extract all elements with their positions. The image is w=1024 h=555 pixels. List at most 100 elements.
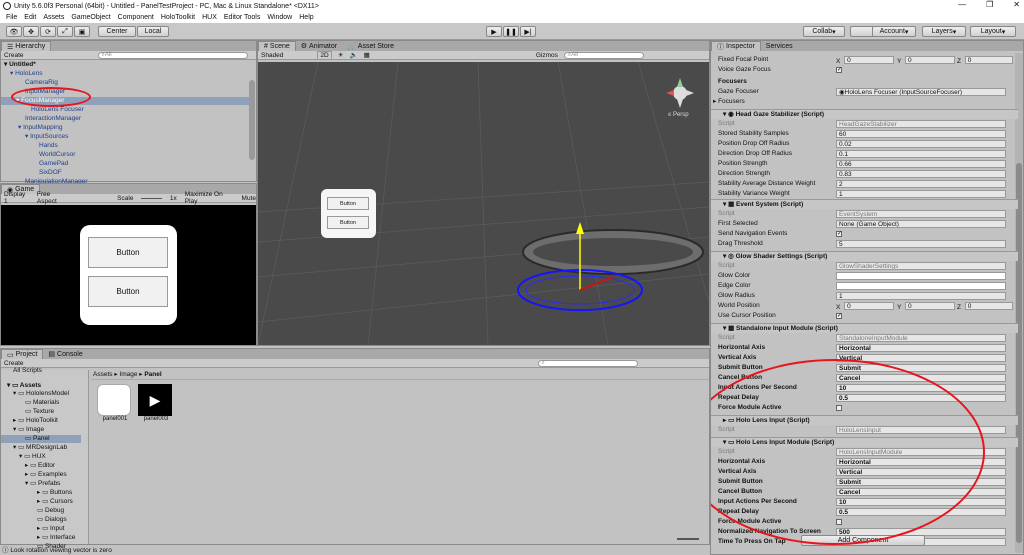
play-icon[interactable]: ▶: [486, 26, 502, 37]
scene-view[interactable]: Button Button ≤ Persp: [258, 62, 709, 345]
tree-item[interactable]: ▾ ▭ MRDesignLab: [13, 444, 67, 452]
create-dropdown[interactable]: Create: [4, 52, 24, 59]
scene-search-input[interactable]: ⌕ All: [563, 51, 644, 59]
menu-editor-tools[interactable]: Editor Tools: [224, 14, 260, 21]
event-system-header[interactable]: ▾ ▦ Event System (Script): [711, 199, 1018, 209]
world-z-field[interactable]: 0: [964, 302, 1013, 310]
property-checkbox[interactable]: [836, 405, 842, 411]
focal-x-field[interactable]: 0: [844, 56, 895, 64]
property-field[interactable]: Cancel: [836, 374, 1006, 382]
tree-item[interactable]: ▸ ▭ HoloToolkit: [13, 417, 58, 425]
tree-item[interactable]: ▸ ▭ Cursors: [37, 498, 73, 506]
property-field[interactable]: Vertical: [836, 354, 1006, 362]
property-field[interactable]: 1: [836, 190, 1006, 198]
maximize-icon[interactable]: ❐: [986, 0, 993, 9]
property-field[interactable]: 0.5: [836, 508, 1006, 516]
rect-tool-icon[interactable]: ▣: [74, 26, 90, 37]
property-field[interactable]: Horizontal: [836, 344, 1006, 352]
game-button-1[interactable]: Button: [88, 237, 168, 268]
hierarchy-item[interactable]: CameraRig: [25, 79, 58, 87]
scene-button-2[interactable]: Button: [327, 216, 369, 229]
holo-input-header[interactable]: ▸ ▭ Holo Lens Input (Script): [711, 415, 1018, 425]
focusers-foldout[interactable]: ▸ Focusers: [711, 97, 1018, 107]
scene-gizmo-icon[interactable]: [663, 76, 697, 110]
script-field[interactable]: GlowShaderSettings: [836, 262, 1006, 270]
maximize-toggle[interactable]: Maximize On Play: [185, 191, 234, 205]
property-checkbox[interactable]: [836, 519, 842, 525]
breadcrumb-panel[interactable]: Panel: [144, 371, 161, 378]
glow-color-swatch[interactable]: [836, 272, 1006, 280]
property-field[interactable]: 10: [836, 498, 1006, 506]
tab-hierarchy[interactable]: ☰ Hierarchy: [1, 41, 52, 51]
scene-button-1[interactable]: Button: [327, 197, 369, 210]
voice-gaze-checkbox[interactable]: ✓: [836, 67, 842, 73]
tree-item-selected[interactable]: ▭ Panel: [1, 435, 81, 443]
mute-toggle[interactable]: Mute: [242, 195, 256, 202]
hierarchy-item-selected[interactable]: ▾ FocusManager: [1, 97, 249, 105]
minimize-icon[interactable]: —: [958, 0, 966, 9]
holo-module-header[interactable]: ▾ ▭ Holo Lens Input Module (Script): [711, 437, 1018, 447]
hierarchy-item[interactable]: HoloLens Focuser: [31, 106, 84, 114]
persp-label[interactable]: ≤ Persp: [668, 112, 689, 118]
close-icon[interactable]: ✕: [1013, 0, 1020, 9]
tree-item[interactable]: ▸ ▭ Interface: [37, 534, 75, 542]
tree-item[interactable]: ▸ ▭ Input: [37, 525, 65, 533]
project-create-dropdown[interactable]: Create: [4, 360, 24, 367]
head-gaze-header[interactable]: ▾ ◉ Head Gaze Stabilizer (Script): [711, 109, 1018, 119]
property-field[interactable]: Submit: [836, 478, 1006, 486]
focal-z-field[interactable]: 0: [964, 56, 1013, 64]
tab-services[interactable]: Services: [761, 41, 798, 51]
tab-asset-store[interactable]: 🛒 Asset Store: [342, 41, 399, 51]
thumbnail-size-slider[interactable]: [677, 538, 699, 540]
menu-component[interactable]: Component: [118, 14, 154, 21]
property-field[interactable]: Vertical: [836, 468, 1006, 476]
gaze-focuser-field[interactable]: ◉HoloLens Focuser (InputSourceFocuser): [836, 88, 1006, 96]
send-nav-checkbox[interactable]: ✓: [836, 231, 842, 237]
tree-item[interactable]: ▭ Debug: [37, 507, 64, 515]
hierarchy-item[interactable]: ▾ InputSources: [25, 133, 68, 141]
breadcrumb-assets[interactable]: Assets: [93, 371, 113, 378]
pivot-center-button[interactable]: Center: [98, 26, 136, 37]
script-field[interactable]: EventSystem: [836, 210, 1006, 218]
property-field[interactable]: 0.83: [836, 170, 1006, 178]
property-field[interactable]: Horizontal: [836, 458, 1006, 466]
collab-button[interactable]: Collab ▾: [803, 26, 845, 37]
layout-button[interactable]: Layout ▾: [970, 26, 1016, 37]
tab-animator[interactable]: ⚙ Animator: [296, 41, 342, 51]
tree-item[interactable]: ▾ ▭ Image: [13, 426, 44, 434]
shading-dropdown[interactable]: Shaded: [261, 52, 283, 59]
world-y-field[interactable]: 0: [905, 302, 956, 310]
game-button-2[interactable]: Button: [88, 276, 168, 307]
tree-item[interactable]: ▸ ▭ Buttons: [37, 489, 72, 497]
tree-item[interactable]: ▾ ▭ Assets: [7, 382, 41, 390]
property-field[interactable]: 2: [836, 180, 1006, 188]
hierarchy-item[interactable]: SixDOF: [39, 169, 62, 177]
hierarchy-scrollbar[interactable]: [249, 80, 255, 160]
property-field[interactable]: 0.02: [836, 140, 1006, 148]
tree-item[interactable]: ▾ ▭ HUX: [19, 453, 46, 461]
menu-assets[interactable]: Assets: [43, 14, 64, 21]
hololens-model[interactable]: [517, 222, 704, 311]
menu-help[interactable]: Help: [299, 14, 313, 21]
tab-scene[interactable]: # Scene: [258, 41, 296, 51]
hierarchy-item[interactable]: ▾ InputMapping: [18, 124, 62, 132]
world-x-field[interactable]: 0: [844, 302, 895, 310]
use-cursor-checkbox[interactable]: ✓: [836, 313, 842, 319]
tree-item[interactable]: ▾ ▭ HololensModel: [13, 390, 69, 398]
layers-button[interactable]: Layers ▾: [922, 26, 966, 37]
account-button[interactable]: Account ▾: [872, 26, 916, 37]
tab-console[interactable]: ▤ Console: [43, 349, 87, 359]
glow-radius-field[interactable]: 1: [836, 292, 1006, 300]
scene-root[interactable]: ▾ Untitled*: [4, 61, 36, 69]
property-field[interactable]: Cancel: [836, 488, 1006, 496]
drag-threshold-field[interactable]: 5: [836, 240, 1006, 248]
tree-item[interactable]: ▭ Dialogs: [37, 516, 67, 524]
tree-item[interactable]: ▸ ▭ Examples: [25, 471, 67, 479]
asset-thumbnail[interactable]: panel001: [97, 384, 133, 428]
menu-gameobject[interactable]: GameObject: [71, 14, 110, 21]
scene-panel-card[interactable]: Button Button: [321, 189, 376, 238]
display-dropdown[interactable]: Display 1: [4, 191, 29, 205]
focal-y-field[interactable]: 0: [905, 56, 956, 64]
script-field[interactable]: StandaloneInputModule: [836, 334, 1006, 342]
tree-item[interactable]: All Scripts: [13, 367, 42, 375]
